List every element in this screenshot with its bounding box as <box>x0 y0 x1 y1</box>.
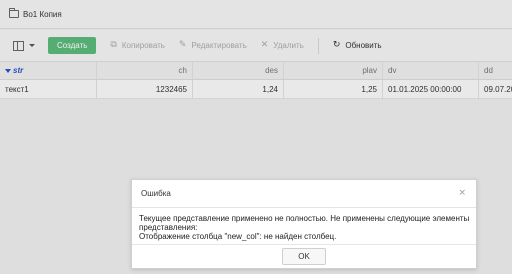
dialog-footer: OK <box>132 244 476 268</box>
dialog-message-line: Отображение столбца "new_col": не найден… <box>139 232 337 241</box>
close-icon[interactable]: × <box>458 189 466 198</box>
dialog-title: Ошибка <box>141 189 171 198</box>
dialog-header: Ошибка × <box>132 180 476 208</box>
error-dialog: Ошибка × Текущее представление применено… <box>131 179 477 269</box>
ok-button[interactable]: OK <box>282 248 326 265</box>
dialog-message-line: Текущее представление применено не полно… <box>139 214 470 223</box>
dialog-message-line: представления: <box>139 223 198 232</box>
dialog-message: Текущее представление применено не полно… <box>132 208 476 245</box>
